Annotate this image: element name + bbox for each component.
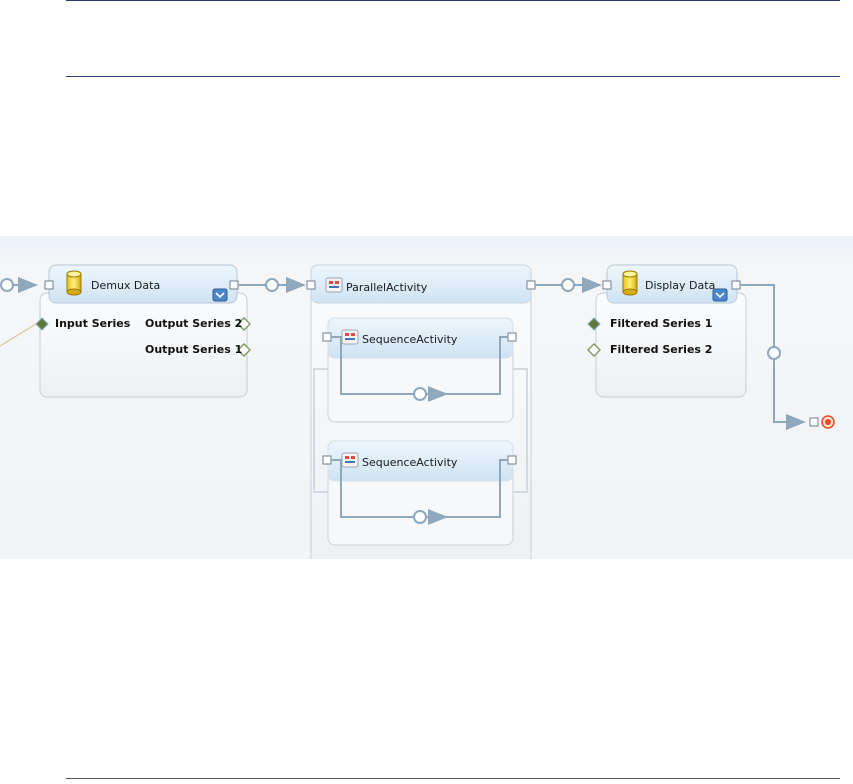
- sequence-activity-title: SequenceActivity: [362, 333, 458, 346]
- workflow-end-icon: [821, 415, 835, 429]
- top-rule: [66, 0, 840, 1]
- database-cylinder-icon: [622, 270, 638, 296]
- input-port-label: Input Series: [55, 317, 131, 330]
- workflow-designer-canvas[interactable]: Demux Data Input Series Output Series 2 …: [0, 236, 853, 559]
- display-data-title: Display Data: [645, 279, 716, 292]
- demux-data-title: Demux Data: [91, 279, 161, 292]
- parallel-activity-title: ParallelActivity: [346, 281, 428, 294]
- chevron-down-icon[interactable]: [212, 288, 228, 302]
- composite-activity-icon: [341, 329, 359, 345]
- incoming-connector: [0, 277, 38, 347]
- output-port-label: Output Series 1: [145, 343, 243, 356]
- connector-demux-to-parallel: [238, 277, 306, 293]
- sequence-activity-title: SequenceActivity: [362, 456, 458, 469]
- composite-activity-icon: [325, 277, 343, 293]
- parallel-activity[interactable]: [306, 264, 536, 559]
- footer-rule: [66, 778, 840, 779]
- header-rule: [66, 76, 840, 77]
- output-port-label: Output Series 2: [145, 317, 243, 330]
- input-port-label: Filtered Series 1: [610, 317, 713, 330]
- connector-display-to-end: [740, 284, 819, 430]
- composite-activity-icon: [341, 452, 359, 468]
- document-page: Demux Data Input Series Output Series 2 …: [0, 0, 853, 784]
- database-cylinder-icon: [66, 270, 82, 296]
- input-port-label: Filtered Series 2: [610, 343, 713, 356]
- connector-parallel-to-display: [535, 277, 602, 293]
